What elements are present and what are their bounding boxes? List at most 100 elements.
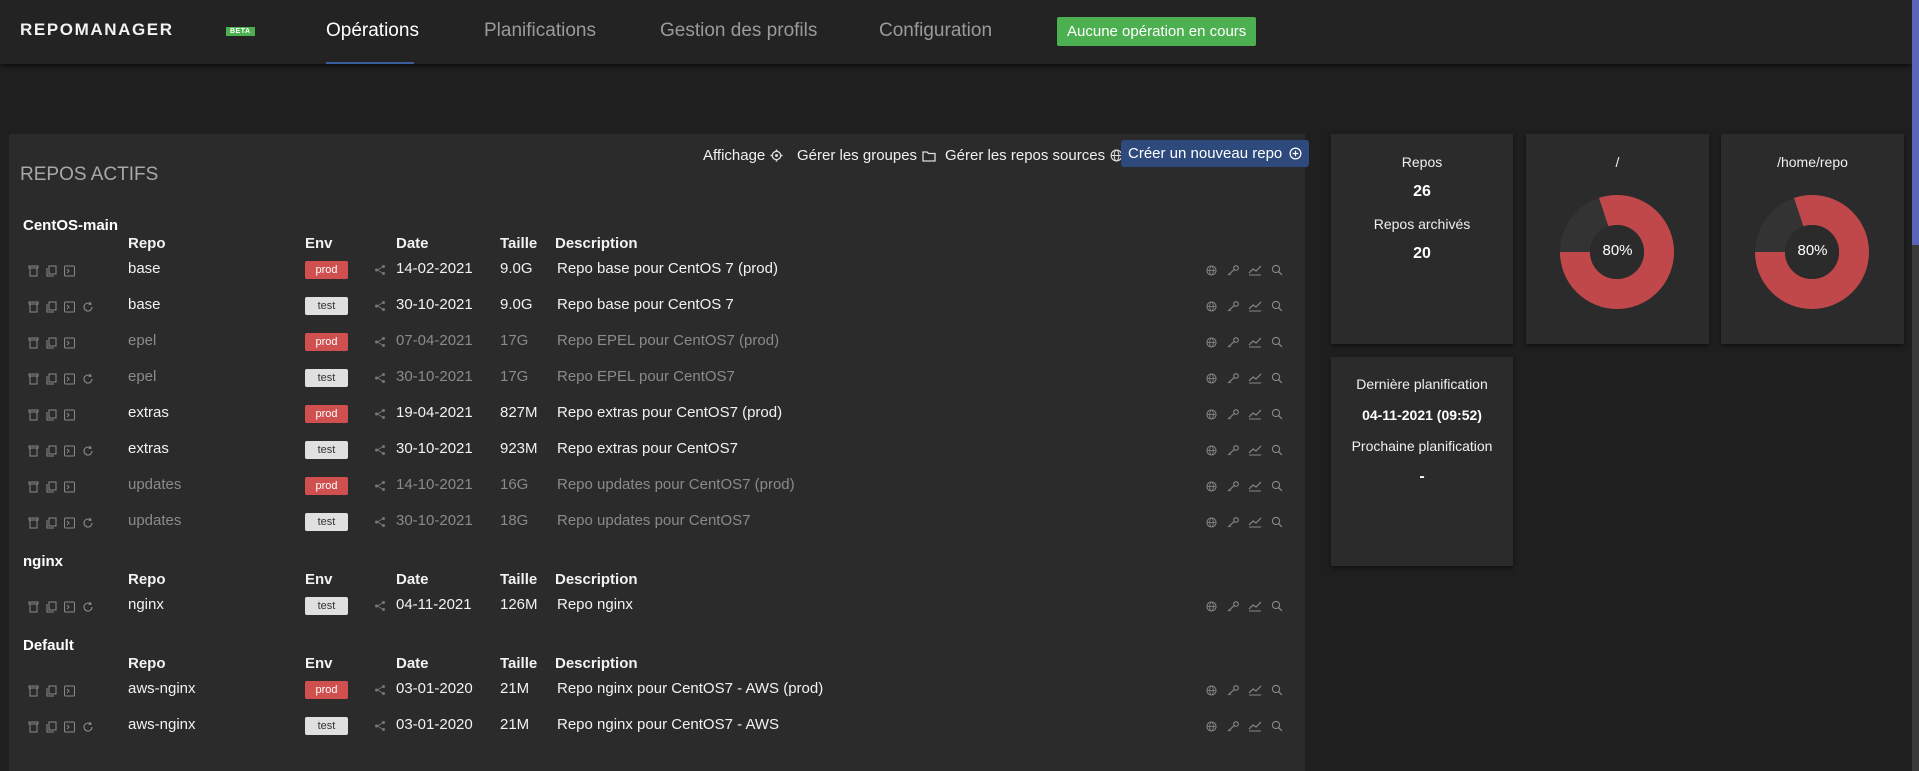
restore-icon[interactable] — [82, 516, 101, 533]
stats-icon[interactable] — [1248, 683, 1271, 700]
search-icon[interactable] — [1271, 599, 1292, 616]
table-row[interactable]: extras prod 19-04-2021 827M Repo extras pour… — [9, 397, 1305, 431]
table-row[interactable]: base test 30-10-2021 9.0G Repo base pour Cen… — [9, 289, 1305, 323]
globe-icon[interactable] — [1206, 335, 1226, 352]
search-icon[interactable] — [1271, 263, 1292, 280]
table-row[interactable]: aws-nginx prod 03-01-2020 21M Repo nginx pou… — [9, 673, 1305, 707]
stats-icon[interactable] — [1248, 335, 1271, 352]
globe-icon[interactable] — [1206, 515, 1226, 532]
table-row[interactable]: updates test 30-10-2021 18G Repo updates pou… — [9, 505, 1305, 539]
terminal-icon[interactable] — [64, 684, 82, 701]
restore-icon[interactable] — [82, 720, 101, 737]
search-icon[interactable] — [1271, 683, 1292, 700]
table-row[interactable]: base prod 14-02-2021 9.0G Repo base pour Cen… — [9, 253, 1305, 287]
terminal-icon[interactable] — [64, 336, 82, 353]
display-settings-link[interactable]: Affichage — [703, 147, 783, 166]
globe-icon[interactable] — [1206, 683, 1226, 700]
globe-icon[interactable] — [1206, 719, 1226, 736]
archive-icon[interactable] — [28, 684, 46, 701]
search-icon[interactable] — [1271, 443, 1292, 460]
key-icon[interactable] — [1226, 683, 1248, 700]
terminal-icon[interactable] — [64, 300, 82, 317]
key-icon[interactable] — [1226, 335, 1248, 352]
duplicate-icon[interactable] — [46, 408, 64, 425]
terminal-icon[interactable] — [64, 444, 82, 461]
restore-icon[interactable] — [82, 372, 101, 389]
terminal-icon[interactable] — [64, 264, 82, 281]
archive-icon[interactable] — [28, 372, 46, 389]
duplicate-icon[interactable] — [46, 480, 64, 497]
stats-icon[interactable] — [1248, 263, 1271, 280]
globe-icon[interactable] — [1206, 299, 1226, 316]
duplicate-icon[interactable] — [46, 336, 64, 353]
scrollbar-thumb[interactable] — [1912, 0, 1919, 245]
stats-icon[interactable] — [1248, 719, 1271, 736]
duplicate-icon[interactable] — [46, 264, 64, 281]
restore-icon[interactable] — [82, 300, 101, 317]
manage-sources-link[interactable]: Gérer les repos sources — [945, 147, 1123, 166]
duplicate-icon[interactable] — [46, 444, 64, 461]
table-row[interactable]: updates prod 14-10-2021 16G Repo updates pou… — [9, 469, 1305, 503]
globe-icon[interactable] — [1206, 407, 1226, 424]
key-icon[interactable] — [1226, 263, 1248, 280]
table-row[interactable]: extras test 30-10-2021 923M Repo extras pour… — [9, 433, 1305, 467]
duplicate-icon[interactable] — [46, 372, 64, 389]
archive-icon[interactable] — [28, 408, 46, 425]
archive-icon[interactable] — [28, 444, 46, 461]
key-icon[interactable] — [1226, 479, 1248, 496]
duplicate-icon[interactable] — [46, 720, 64, 737]
search-icon[interactable] — [1271, 515, 1292, 532]
archive-icon[interactable] — [28, 600, 46, 617]
stats-icon[interactable] — [1248, 443, 1271, 460]
tab-gestion-profils[interactable]: Gestion des profils — [660, 20, 817, 42]
search-icon[interactable] — [1271, 407, 1292, 424]
globe-icon[interactable] — [1206, 599, 1226, 616]
key-icon[interactable] — [1226, 599, 1248, 616]
terminal-icon[interactable] — [64, 480, 82, 497]
operation-status-button[interactable]: Aucune opération en cours — [1057, 17, 1257, 46]
stats-icon[interactable] — [1248, 371, 1271, 388]
table-row[interactable]: epel prod 07-04-2021 17G Repo EPEL pour Cent… — [9, 325, 1305, 359]
manage-groups-link[interactable]: Gérer les groupes — [797, 147, 936, 166]
stats-icon[interactable] — [1248, 299, 1271, 316]
stats-icon[interactable] — [1248, 407, 1271, 424]
table-row[interactable]: epel test 30-10-2021 17G Repo EPEL pour Cent… — [9, 361, 1305, 395]
search-icon[interactable] — [1271, 335, 1292, 352]
restore-icon[interactable] — [82, 600, 101, 617]
terminal-icon[interactable] — [64, 516, 82, 533]
archive-icon[interactable] — [28, 264, 46, 281]
key-icon[interactable] — [1226, 719, 1248, 736]
archive-icon[interactable] — [28, 720, 46, 737]
key-icon[interactable] — [1226, 443, 1248, 460]
search-icon[interactable] — [1271, 371, 1292, 388]
search-icon[interactable] — [1271, 479, 1292, 496]
key-icon[interactable] — [1226, 515, 1248, 532]
table-row[interactable]: nginx test 04-11-2021 126M Repo nginx — [9, 589, 1305, 623]
archive-icon[interactable] — [28, 300, 46, 317]
table-row[interactable]: aws-nginx test 03-01-2020 21M Repo nginx pou… — [9, 709, 1305, 743]
stats-icon[interactable] — [1248, 599, 1271, 616]
app-logo[interactable]: REPOMANAGER — [20, 20, 174, 40]
key-icon[interactable] — [1226, 299, 1248, 316]
create-repo-button[interactable]: Créer un nouveau repo — [1121, 140, 1310, 167]
archive-icon[interactable] — [28, 336, 46, 353]
tab-configuration[interactable]: Configuration — [879, 20, 992, 42]
terminal-icon[interactable] — [64, 720, 82, 737]
stats-icon[interactable] — [1248, 479, 1271, 496]
terminal-icon[interactable] — [64, 408, 82, 425]
restore-icon[interactable] — [82, 444, 101, 461]
stats-icon[interactable] — [1248, 515, 1271, 532]
archive-icon[interactable] — [28, 516, 46, 533]
page-scrollbar[interactable] — [1912, 0, 1919, 771]
archive-icon[interactable] — [28, 480, 46, 497]
duplicate-icon[interactable] — [46, 684, 64, 701]
duplicate-icon[interactable] — [46, 300, 64, 317]
tab-planifications[interactable]: Planifications — [484, 20, 596, 42]
globe-icon[interactable] — [1206, 443, 1226, 460]
globe-icon[interactable] — [1206, 263, 1226, 280]
globe-icon[interactable] — [1206, 371, 1226, 388]
terminal-icon[interactable] — [64, 372, 82, 389]
tab-operations[interactable]: Opérations — [326, 20, 419, 42]
globe-icon[interactable] — [1206, 479, 1226, 496]
search-icon[interactable] — [1271, 299, 1292, 316]
